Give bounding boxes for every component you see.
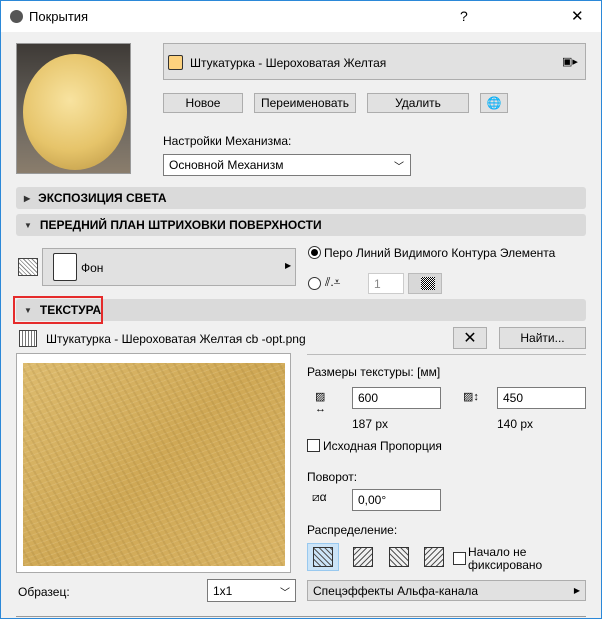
highlight-box [13,296,103,324]
close-button[interactable]: ✕ [571,7,584,25]
fill-selector[interactable]: Фон ▶ [42,248,296,286]
texture-file-icon [19,330,37,347]
herringbone-pattern-icon [353,547,373,567]
rotation-input[interactable]: 0,00° [352,489,441,511]
sample-select[interactable]: 1x1 ﹀ [207,579,296,602]
window-title: Покрытия [29,9,89,24]
hatch-pen-icon: ⫽.⩡ [325,275,341,289]
texture-size-label: Размеры текстуры: [мм] [307,365,441,379]
delete-button[interactable]: Удалить [367,93,469,113]
mirror-pattern-icon [389,547,409,567]
texture-width-value: 600 [358,391,379,405]
sample-label: Образец: [18,585,70,599]
distribution-option-2[interactable] [347,543,379,571]
x-icon: ✕ [463,330,477,347]
alpha-effects-button[interactable]: Спецэффекты Альфа-канала ▶ [307,580,586,601]
section-light-label: ЭКСПОЗИЦИЯ СВЕТА [38,191,167,205]
texture-height-value: 450 [503,391,524,405]
height-px: 140 px [497,417,534,431]
material-preview [16,43,131,174]
bottom-divider [16,616,586,617]
texture-file-name: Штукатурка - Шероховатая Желтая cb -opt.… [46,332,306,346]
remove-texture-button[interactable]: ✕ [453,327,487,349]
proportion-label: Исходная Пропорция [323,439,442,453]
pattern-icon [421,277,435,290]
distribution-option-4[interactable] [418,543,450,571]
pen-number-input[interactable]: 1 [368,273,404,294]
section-hatch[interactable]: ▼ ПЕРЕДНИЙ ПЛАН ШТРИХОВКИ ПОВЕРХНОСТИ [16,214,586,236]
chevron-down-icon: ﹀ [280,588,290,599]
coverings-dialog: Покрытия ? ✕ Штукатурка - Шероховатая Же… [0,0,602,619]
width-px: 187 px [352,417,389,431]
texture-image [23,363,285,566]
chevron-down-icon: ▼ [24,220,32,230]
rotation-value: 0,00° [358,493,387,507]
image-menu-icon: ▣▸ [562,56,578,68]
globe-button[interactable]: 🌐 [480,93,508,113]
section-light[interactable]: ▶ ЭКСПОЗИЦИЯ СВЕТА [16,187,586,209]
diamond-pattern-icon [424,547,444,567]
distribution-option-1[interactable] [307,543,339,571]
material-name: Штукатурка - Шероховатая Желтая [190,56,387,70]
rotation-label: Поворот: [307,470,358,484]
engine-select[interactable]: Основной Механизм ﹀ [163,154,411,176]
pen-number-value: 1 [374,276,381,291]
radio-contour-pen-label: Перо Линий Видимого Контура Элемента [324,246,556,260]
material-selector[interactable]: Штукатурка - Шероховатая Желтая ▣▸ [163,43,586,80]
rename-button[interactable]: Переименовать [254,93,356,113]
title-bar: Покрытия ? ✕ [1,1,601,32]
fill-name: Фон [81,261,104,275]
chevron-right-icon: ▶ [573,586,580,595]
radio-custom-pen[interactable] [308,277,321,290]
origin-free-label: Начало не фиксировано [468,545,543,572]
engine-label: Настройки Механизма: [163,134,292,148]
radio-contour-pen[interactable] [308,246,321,259]
divider [307,354,586,355]
fill-icon [18,258,38,276]
section-hatch-label: ПЕРЕДНИЙ ПЛАН ШТРИХОВКИ ПОВЕРХНОСТИ [39,218,322,232]
chevron-right-icon: ▶ [24,193,31,203]
new-button[interactable]: Новое [163,93,243,113]
grid-pattern-icon [313,547,333,567]
height-icon: ▨↕ [463,391,479,403]
alpha-effects-label: Спецэффекты Альфа-канала [313,584,479,598]
origin-free-checkbox[interactable] [453,552,466,565]
texture-preview-frame [16,353,291,573]
globe-icon: 🌐 [486,96,502,110]
texture-width-input[interactable]: 600 [352,387,441,409]
proportion-checkbox[interactable] [307,439,320,452]
help-button[interactable]: ? [460,8,468,24]
width-icon: ▨ ↔ [315,391,326,415]
find-button[interactable]: Найти... [499,327,586,349]
chevron-right-icon: ▶ [285,261,292,270]
texture-height-input[interactable]: 450 [497,387,586,409]
rotation-icon: ⧄α [312,490,327,504]
sample-value: 1x1 [213,583,233,598]
chevron-down-icon: ﹀ [394,162,404,173]
app-logo-icon [10,10,23,23]
engine-value: Основной Механизм [169,158,284,172]
fill-swatch [53,253,77,281]
distribution-label: Распределение: [307,523,398,537]
material-swatch [168,55,183,70]
distribution-option-3[interactable] [383,543,415,571]
pattern-button[interactable] [408,273,442,294]
